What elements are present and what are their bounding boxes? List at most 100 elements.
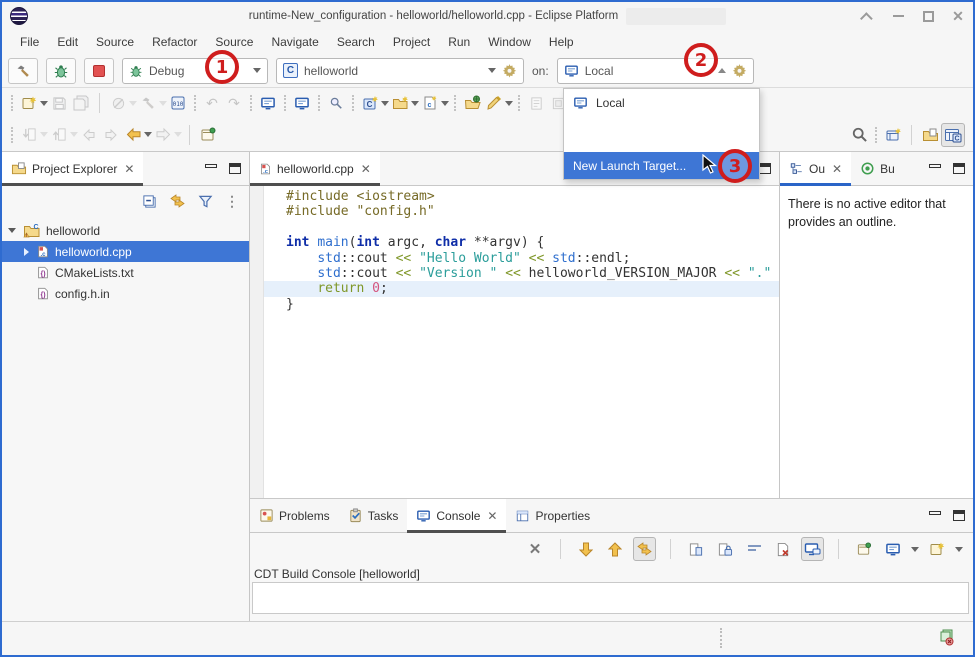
gear-icon[interactable] <box>732 63 747 78</box>
caret-right-icon[interactable] <box>24 248 29 256</box>
stop-button[interactable] <box>84 58 114 84</box>
menu-refactor[interactable]: Refactor <box>144 32 205 52</box>
minimize-view-icon[interactable] <box>929 511 941 515</box>
launch-mode-select[interactable]: Debug <box>122 58 268 84</box>
menu-run[interactable]: Run <box>440 32 478 52</box>
menu-navigate[interactable]: Navigate <box>263 32 326 52</box>
close-icon[interactable]: ✕ <box>361 162 371 176</box>
window-close-icon[interactable]: ✕ <box>951 9 965 23</box>
word-wrap-button[interactable] <box>743 537 765 561</box>
chevron-down-icon[interactable] <box>40 101 48 106</box>
filter-icon[interactable] <box>198 194 213 209</box>
skip-breakpoints-button[interactable] <box>107 91 129 115</box>
chevron-down-icon[interactable] <box>441 101 449 106</box>
tab-helloworld-cpp[interactable]: .c helloworld.cpp ✕ <box>250 152 380 185</box>
chevron-down-icon[interactable] <box>911 547 919 552</box>
toolbar-drag-handle[interactable] <box>11 127 13 143</box>
tab-problems[interactable]: Problems <box>250 499 339 532</box>
scroll-lock-button[interactable] <box>801 537 824 561</box>
new-c-file-button[interactable]: c <box>419 91 441 115</box>
tree-item-config[interactable]: {) config.h.in <box>2 283 249 304</box>
code-content[interactable]: #include <iostream>#include "config.h" i… <box>264 186 779 498</box>
menu-edit[interactable]: Edit <box>49 32 86 52</box>
toolbar-drag-handle[interactable] <box>352 95 354 111</box>
toolbar-drag-handle[interactable] <box>318 95 320 111</box>
search-button[interactable] <box>848 123 870 147</box>
menu-file[interactable]: File <box>12 32 47 52</box>
mark-occurrences-button[interactable] <box>483 91 505 115</box>
toolbar-drag-handle[interactable] <box>194 95 196 111</box>
caret-down-icon[interactable] <box>8 228 16 233</box>
previous-annotation-button[interactable] <box>48 123 70 147</box>
c-cpp-perspective-button[interactable]: C <box>941 123 965 147</box>
save-button[interactable] <box>48 91 70 115</box>
menu-help[interactable]: Help <box>541 32 582 52</box>
clear-console-button[interactable] <box>772 537 794 561</box>
collapse-all-icon[interactable] <box>142 194 157 209</box>
toolbar-drag-handle[interactable] <box>250 95 252 111</box>
menu-source[interactable]: Source <box>88 32 142 52</box>
console-output[interactable] <box>252 582 969 614</box>
display-console-button[interactable] <box>882 537 904 561</box>
chevron-down-icon[interactable] <box>70 132 78 137</box>
view-menu-icon[interactable]: ⋮ <box>225 193 239 210</box>
toolbar-drag-handle[interactable] <box>11 95 13 111</box>
chevron-down-icon[interactable] <box>174 132 182 137</box>
next-annotation-button[interactable] <box>18 123 40 147</box>
chevron-down-icon[interactable] <box>955 547 963 552</box>
open-perspective-button[interactable] <box>882 123 904 147</box>
maximize-editor-icon[interactable] <box>759 163 771 174</box>
close-icon[interactable]: ✕ <box>487 509 497 523</box>
link-with-editor-icon[interactable] <box>169 194 186 208</box>
link-console-button[interactable] <box>633 537 656 561</box>
lock-console-button[interactable] <box>714 537 736 561</box>
inspect-button[interactable] <box>325 91 347 115</box>
pin-editor-button[interactable] <box>197 123 219 147</box>
save-console-button[interactable] <box>685 537 707 561</box>
tab-tasks[interactable]: Tasks <box>339 499 408 532</box>
tree-item-project[interactable]: C! helloworld <box>2 220 249 241</box>
tab-properties[interactable]: Properties <box>506 499 599 532</box>
chevron-down-icon[interactable] <box>159 101 167 106</box>
chevron-down-icon[interactable] <box>129 101 137 106</box>
minimize-view-icon[interactable] <box>205 164 217 168</box>
back-button[interactable] <box>122 123 144 147</box>
dropdown-item-local[interactable]: Local <box>564 89 759 116</box>
launch-target-select[interactable]: Local <box>557 58 754 84</box>
debug-button[interactable] <box>46 58 76 84</box>
next-item-button[interactable] <box>575 537 597 561</box>
close-icon[interactable]: ✕ <box>124 162 134 176</box>
chevron-down-icon[interactable] <box>40 132 48 137</box>
statusbar-drag-handle[interactable] <box>720 628 722 648</box>
remove-launch-button[interactable]: ✕ <box>524 537 546 561</box>
resource-perspective-button[interactable] <box>919 123 941 147</box>
chevron-down-icon[interactable] <box>411 101 419 106</box>
forward-button[interactable] <box>152 123 174 147</box>
chevron-down-icon[interactable] <box>505 101 513 106</box>
chevron-down-icon[interactable] <box>144 132 152 137</box>
previous-item-button[interactable] <box>604 537 626 561</box>
maximize-view-icon[interactable] <box>953 510 965 521</box>
annotation-ruler[interactable] <box>250 186 264 498</box>
launch-config-select[interactable]: C helloworld <box>276 58 524 84</box>
tree-item-cmakelists[interactable]: {) CMakeLists.txt <box>2 262 249 283</box>
save-all-button[interactable] <box>70 91 92 115</box>
menu-window[interactable]: Window <box>480 32 539 52</box>
remote-terminal-button[interactable] <box>291 91 313 115</box>
build-button[interactable] <box>8 58 38 84</box>
menu-project[interactable]: Project <box>385 32 438 52</box>
new-c-folder-button[interactable] <box>389 91 411 115</box>
tab-project-explorer[interactable]: Project Explorer ✕ <box>2 152 143 185</box>
toolbar-drag-handle[interactable] <box>518 95 520 111</box>
open-element-button[interactable] <box>461 91 483 115</box>
forward-edit-button[interactable] <box>100 123 122 147</box>
new-wizard-button[interactable] <box>18 91 40 115</box>
terminal-button[interactable] <box>257 91 279 115</box>
back-edit-button[interactable] <box>78 123 100 147</box>
last-edit-button[interactable] <box>525 91 547 115</box>
close-icon[interactable]: ✕ <box>832 162 842 176</box>
minimize-view-icon[interactable] <box>929 164 941 168</box>
code-editor[interactable]: #include <iostream>#include "config.h" i… <box>250 186 779 498</box>
maximize-view-icon[interactable] <box>229 163 241 174</box>
binary-button[interactable]: 010 <box>167 91 189 115</box>
